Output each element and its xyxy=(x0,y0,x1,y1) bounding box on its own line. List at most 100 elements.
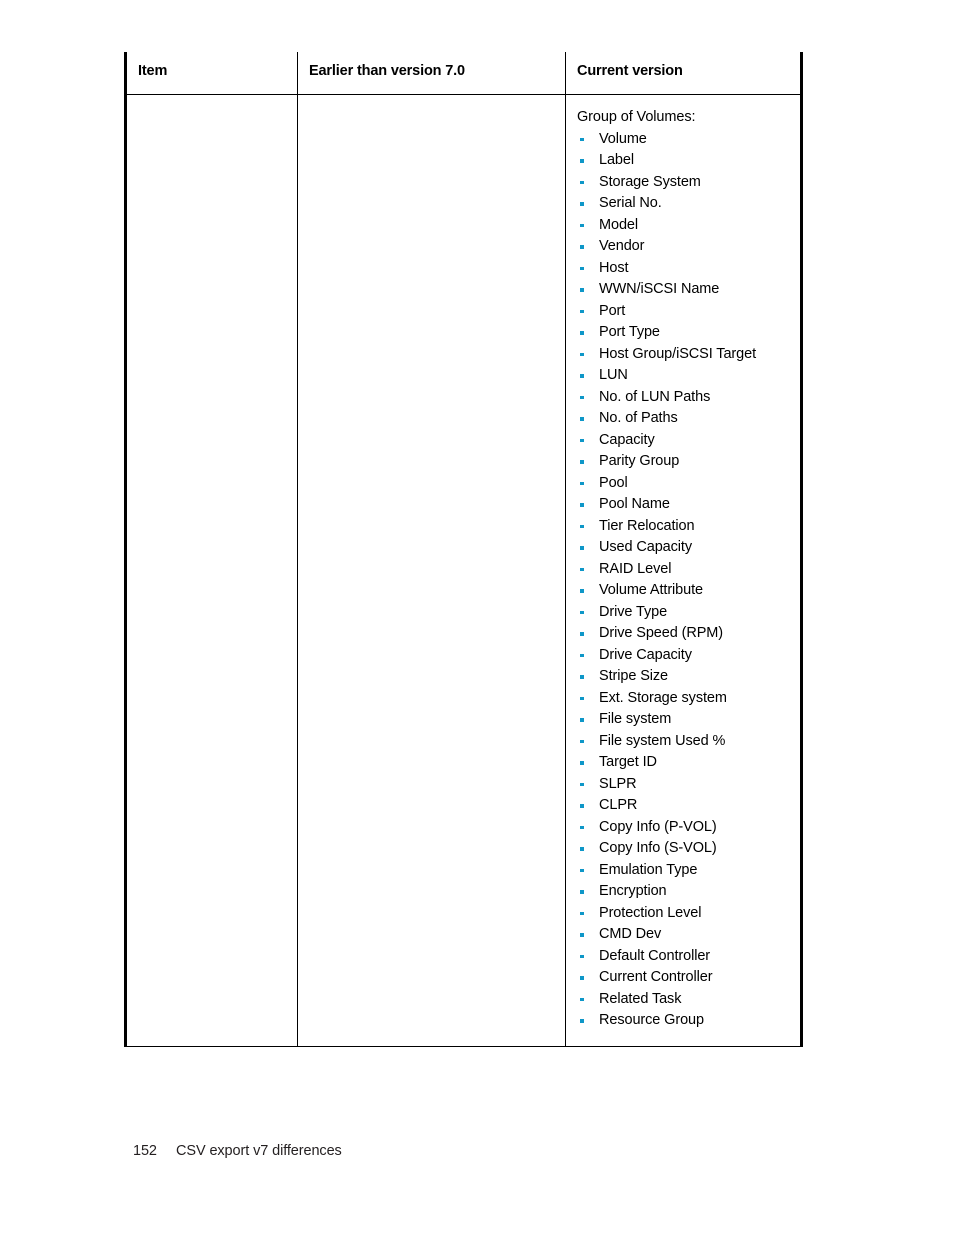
bullet-icon xyxy=(580,739,584,744)
list-item-label: LUN xyxy=(599,367,628,383)
list-item: Ext. Storage system xyxy=(577,688,790,710)
list-item-label: WWN/iSCSI Name xyxy=(599,281,720,297)
list-item: Capacity xyxy=(577,430,790,452)
bullet-icon xyxy=(580,309,584,314)
list-item: File system xyxy=(577,709,790,731)
column-header-earlier-version-label: Earlier than version 7.0 xyxy=(309,63,465,79)
column-header-current-version-label: Current version xyxy=(577,63,683,79)
list-item-label: Capacity xyxy=(599,431,655,448)
list-item: Port Type xyxy=(577,322,790,344)
bullet-icon xyxy=(580,460,584,464)
list-item-label: Model xyxy=(599,216,638,233)
list-item: Emulation Type xyxy=(577,860,790,882)
bullet-icon xyxy=(580,374,584,378)
list-item-label: Host xyxy=(599,259,629,276)
list-item: Vendor xyxy=(577,236,790,258)
bullet-icon xyxy=(580,352,584,357)
list-item: Pool xyxy=(577,473,790,495)
list-item-label: CLPR xyxy=(599,797,638,813)
list-item-label: No. of Paths xyxy=(599,410,678,426)
list-item-label: Related Task xyxy=(599,990,682,1007)
list-item-label: Drive Type xyxy=(599,603,668,620)
table-body: Group of Volumes: Volume Label Storage Sys… xyxy=(125,94,802,1047)
bullet-icon xyxy=(580,718,584,722)
bullet-icon xyxy=(580,503,584,507)
bullet-icon xyxy=(580,954,584,959)
bullet-icon xyxy=(580,632,584,636)
bullet-icon xyxy=(580,933,584,937)
list-item-label: Drive Capacity xyxy=(599,646,692,663)
table-header-row: Item Earlier than version 7.0 Current ve… xyxy=(125,52,802,95)
group-of-volumes-label: Group of Volumes: xyxy=(577,109,696,125)
list-item: Volume Attribute xyxy=(577,580,790,602)
list-item-label: Volume Attribute xyxy=(599,582,703,598)
list-item-label: Parity Group xyxy=(599,453,680,469)
list-item-label: File system xyxy=(599,711,672,727)
list-item-label: Protection Level xyxy=(599,904,702,921)
list-item-label: Current Controller xyxy=(599,969,713,985)
list-item-label: Copy Info (P-VOL) xyxy=(599,818,717,835)
list-item-label: Port Type xyxy=(599,324,660,340)
list-item-label: Storage System xyxy=(599,173,701,190)
list-item: Resource Group xyxy=(577,1010,790,1032)
bullet-icon xyxy=(580,202,584,206)
bullet-icon xyxy=(580,1019,584,1023)
cell-current-version-content: Group of Volumes: Volume Label Storage Sys… xyxy=(566,95,800,1046)
bullet-icon xyxy=(580,653,584,658)
cell-earlier-version xyxy=(297,94,566,1047)
list-item: Volume xyxy=(577,129,790,151)
list-item: Pool Name xyxy=(577,494,790,516)
list-item: Label xyxy=(577,150,790,172)
list-item-label: Encryption xyxy=(599,883,667,899)
list-item: File system Used % xyxy=(577,731,790,753)
cell-current-version: Group of Volumes: Volume Label Storage Sys… xyxy=(565,94,802,1047)
list-item-label: Host Group/iSCSI Target xyxy=(599,345,757,362)
list-item: Related Task xyxy=(577,989,790,1011)
bullet-icon xyxy=(580,567,584,572)
list-item-label: Target ID xyxy=(599,754,657,770)
list-item: Copy Info (S-VOL) xyxy=(577,838,790,860)
list-item-label: Emulation Type xyxy=(599,861,698,878)
bullet-icon xyxy=(580,868,584,873)
bullet-icon xyxy=(580,395,584,400)
list-item: Tier Relocation xyxy=(577,516,790,538)
list-item: Protection Level xyxy=(577,903,790,925)
list-item-label: Tier Relocation xyxy=(599,517,695,534)
page-footer: 152 CSV export v7 differences xyxy=(133,1143,342,1159)
bullet-icon xyxy=(580,997,584,1002)
csv-export-differences-table: Item Earlier than version 7.0 Current ve… xyxy=(124,52,803,1047)
table-header: Item Earlier than version 7.0 Current ve… xyxy=(125,52,802,95)
list-item-label: Default Controller xyxy=(599,947,711,964)
bullet-icon xyxy=(580,696,584,701)
bullet-icon xyxy=(580,890,584,894)
list-item-label: Port xyxy=(599,302,626,319)
bullet-icon xyxy=(580,782,584,787)
bullet-icon xyxy=(580,847,584,851)
list-item: Copy Info (P-VOL) xyxy=(577,817,790,839)
list-item: Used Capacity xyxy=(577,537,790,559)
bullet-icon xyxy=(580,288,584,292)
bullet-icon xyxy=(580,417,584,421)
current-version-bullet-list: Volume Label Storage System Serial No. Model… xyxy=(577,129,790,1032)
list-item: RAID Level xyxy=(577,559,790,581)
list-item-label: Resource Group xyxy=(599,1012,704,1028)
list-item: Drive Capacity xyxy=(577,645,790,667)
bullet-icon xyxy=(580,524,584,529)
bullet-icon xyxy=(580,223,584,228)
column-header-earlier-version: Earlier than version 7.0 xyxy=(297,52,566,95)
bullet-icon xyxy=(580,481,584,486)
csv-export-differences-table-container: Item Earlier than version 7.0 Current ve… xyxy=(124,52,803,1047)
list-item: Encryption xyxy=(577,881,790,903)
list-item-label: SLPR xyxy=(599,775,637,792)
list-item: Port xyxy=(577,301,790,323)
list-item: Host Group/iSCSI Target xyxy=(577,344,790,366)
list-item-label: Stripe Size xyxy=(599,668,669,684)
list-item: WWN/iSCSI Name xyxy=(577,279,790,301)
list-item-label: Vendor xyxy=(599,238,645,254)
list-item-label: Volume xyxy=(599,130,647,147)
list-item: Current Controller xyxy=(577,967,790,989)
list-item-label: CMD Dev xyxy=(599,926,662,942)
list-item-label: Used Capacity xyxy=(599,539,692,555)
bullet-icon xyxy=(580,761,584,765)
list-item: Serial No. xyxy=(577,193,790,215)
